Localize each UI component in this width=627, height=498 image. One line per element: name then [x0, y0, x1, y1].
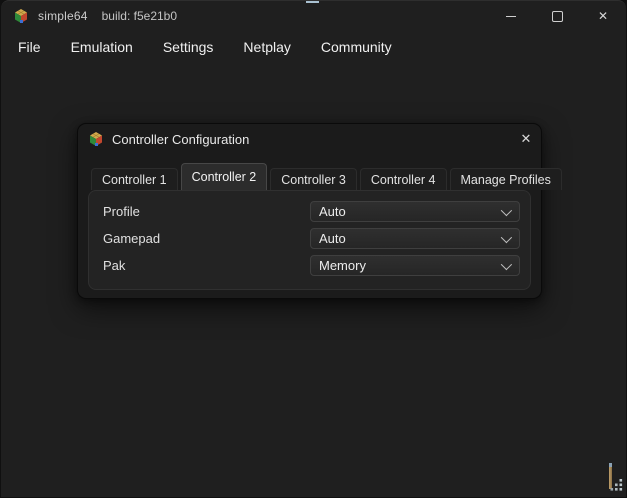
- pak-row: Pak Memory: [103, 252, 520, 279]
- dialog-title: Controller Configuration: [112, 131, 250, 147]
- app-window: simple64 build: f5e21b0 ✕ File Emulation…: [1, 0, 626, 497]
- pak-value: Memory: [319, 258, 366, 273]
- tab-controller-3[interactable]: Controller 3: [270, 168, 357, 190]
- window-titlebar: simple64 build: f5e21b0 ✕: [1, 1, 626, 31]
- tab-controller-2[interactable]: Controller 2: [180, 163, 268, 190]
- profile-label: Profile: [103, 204, 140, 219]
- maximize-button[interactable]: [534, 1, 580, 31]
- profile-value: Auto: [319, 204, 346, 219]
- menu-netplay[interactable]: Netplay: [228, 34, 305, 60]
- chevron-down-icon: [500, 204, 513, 216]
- pak-dropdown[interactable]: Memory: [310, 255, 520, 276]
- maximize-icon: [551, 10, 563, 22]
- controller-tabs: Controller 1 Controller 2 Controller 3 C…: [78, 154, 562, 190]
- tab-controller-4[interactable]: Controller 4: [359, 168, 447, 190]
- dialog-titlebar: Controller Configuration ✕: [78, 124, 541, 154]
- close-icon: ✕: [597, 9, 609, 23]
- simple64-logo-icon: [15, 9, 27, 23]
- menu-emulation[interactable]: Emulation: [56, 34, 148, 60]
- gamepad-row: Gamepad Auto: [103, 225, 520, 252]
- dialog-close-button[interactable]: ✕: [511, 124, 541, 154]
- simple64-logo-icon: [90, 132, 102, 146]
- minimize-button[interactable]: [488, 1, 534, 31]
- chevron-down-icon: [500, 258, 513, 270]
- top-edge-artifact: [306, 1, 319, 3]
- controller-configuration-dialog: Controller Configuration ✕ Controller 1 …: [77, 123, 562, 299]
- window-controls: ✕: [488, 1, 626, 31]
- menu-community[interactable]: Community: [306, 34, 407, 60]
- window-title: simple64: [38, 9, 88, 23]
- tab-controller-1[interactable]: Controller 1: [91, 168, 178, 190]
- chevron-down-icon: [500, 231, 513, 243]
- tab-pane: Profile Auto Gamepad Auto Pak Memory: [88, 190, 531, 290]
- profile-row: Profile Auto: [103, 198, 520, 225]
- menu-bar: File Emulation Settings Netplay Communit…: [1, 31, 626, 63]
- profile-dropdown[interactable]: Auto: [310, 201, 520, 222]
- tab-manage-profiles[interactable]: Manage Profiles: [449, 168, 562, 190]
- resize-grip-icon[interactable]: [610, 478, 624, 492]
- close-icon: ✕: [520, 131, 532, 146]
- minimize-icon: [506, 15, 516, 17]
- pak-label: Pak: [103, 258, 126, 273]
- menu-settings[interactable]: Settings: [148, 34, 229, 60]
- menu-file[interactable]: File: [3, 34, 56, 60]
- gamepad-label: Gamepad: [103, 231, 161, 246]
- gamepad-value: Auto: [319, 231, 346, 246]
- build-label: build: f5e21b0: [101, 9, 178, 23]
- gamepad-dropdown[interactable]: Auto: [310, 228, 520, 249]
- close-button[interactable]: ✕: [580, 1, 626, 31]
